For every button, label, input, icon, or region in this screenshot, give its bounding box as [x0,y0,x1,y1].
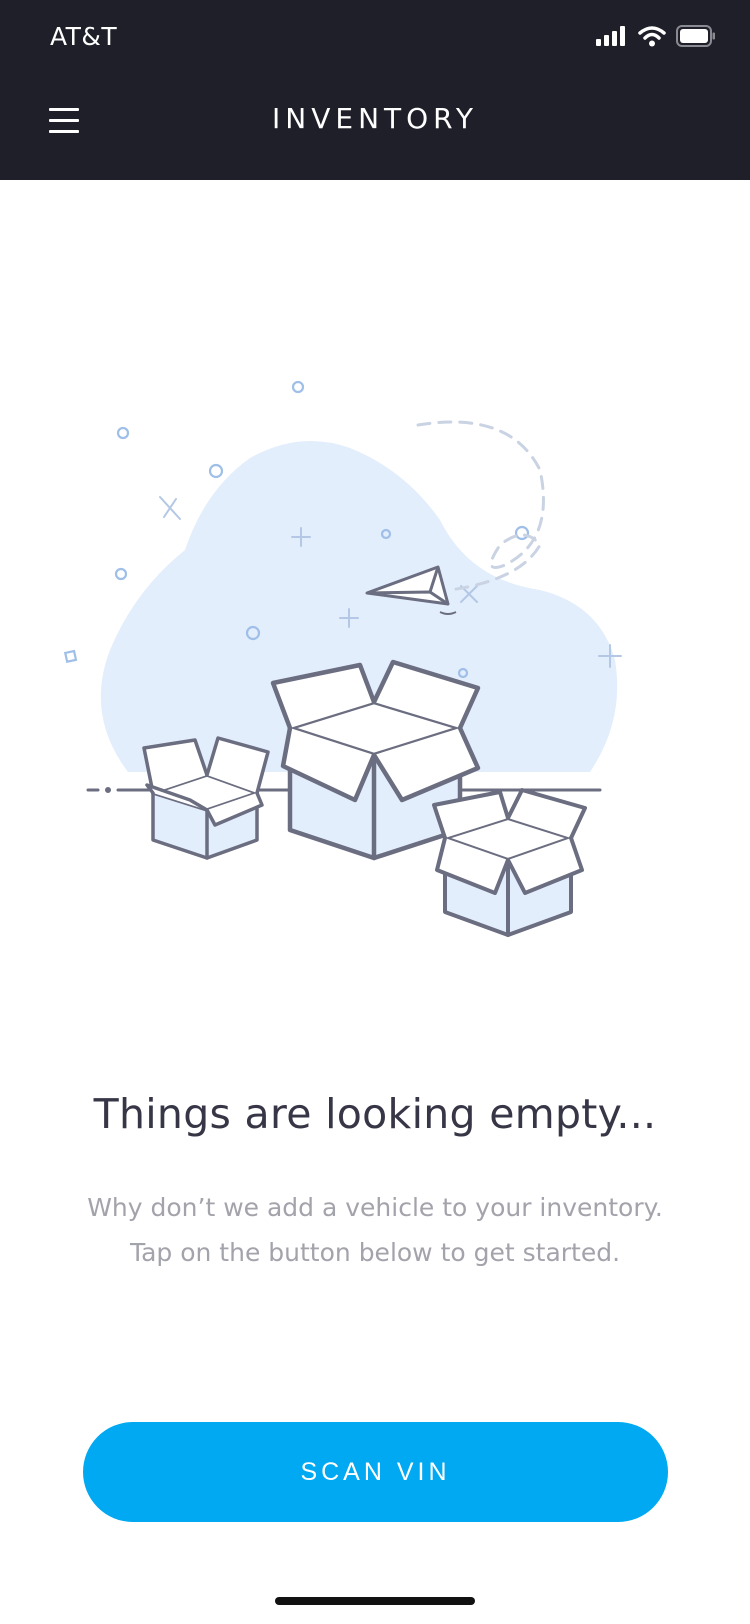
deco-circle [114,567,128,581]
signal-icon [596,26,625,46]
deco-cross [159,496,181,520]
deco-circle [514,525,530,541]
page-title: INVENTORY [272,102,478,135]
wifi-icon [638,26,666,47]
deco-circle [116,426,130,440]
medium-box [432,788,587,937]
battery-icon [676,25,715,47]
home-indicator [275,1597,475,1605]
empty-state-message: Why don’t we add a vehicle to your inven… [0,1185,750,1275]
scan-vin-button[interactable]: SCAN VIN [83,1422,668,1522]
empty-state-message-line: Why don’t we add a vehicle to your inven… [87,1193,663,1222]
empty-state-headline: Things are looking empty... [93,1090,657,1138]
empty-state-message-line: Tap on the button below to get started. [129,1238,621,1267]
empty-boxes-illustration [63,380,622,937]
deco-circle [208,463,224,479]
carrier-label: AT&T [50,22,118,51]
inventory-screen: AT&T INVENTORY Things are looking empty.… [0,0,750,1624]
deco-circle [291,380,305,394]
top-bar: AT&T INVENTORY [0,0,750,180]
deco-square [63,649,78,664]
status-icons [596,22,716,50]
